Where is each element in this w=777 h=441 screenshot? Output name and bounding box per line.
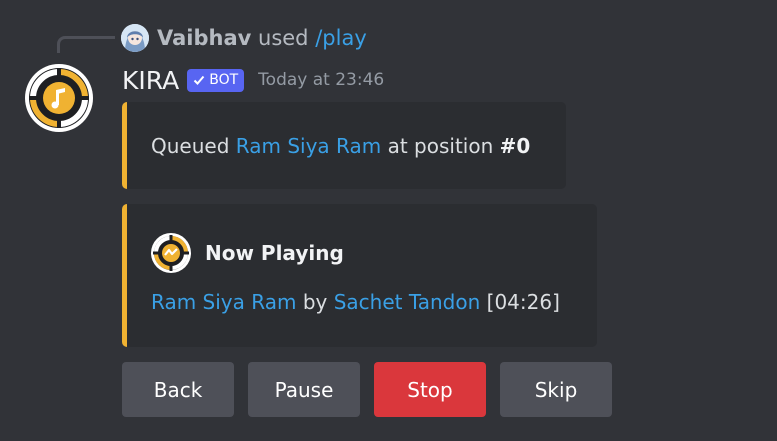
bot-avatar[interactable] [25, 64, 93, 132]
loading-ring-icon [151, 233, 191, 273]
music-note-ring-icon [25, 64, 93, 132]
interaction-command[interactable]: /play [315, 26, 367, 50]
bot-name[interactable]: KIRA [122, 66, 179, 95]
interaction-line: Vaibhav used /play [157, 24, 367, 52]
now-playing-description: Ram Siya Ram by Sachet Tandon [04:26] [151, 288, 560, 316]
timestamp: Today at 23:46 [258, 70, 385, 90]
now-playing-artist-link[interactable]: Sachet Tandon [334, 290, 481, 314]
now-playing-by-text: by [302, 290, 328, 314]
queued-prefix: Queued [151, 134, 230, 158]
queued-middle-text: at position [387, 134, 494, 158]
queued-song-link[interactable]: Ram Siya Ram [236, 134, 381, 158]
embed-author: Now Playing [151, 233, 344, 273]
now-playing-duration: [04:26] [486, 290, 560, 314]
reply-spine [57, 36, 115, 53]
back-button[interactable]: Back [122, 362, 234, 417]
queued-embed: Queued Ram Siya Ram at position #0 [122, 102, 566, 189]
interaction-user-avatar[interactable] [121, 24, 149, 52]
now-playing-title: Now Playing [205, 241, 344, 265]
bot-tag-label: BOT [209, 71, 239, 88]
skip-button[interactable]: Skip [500, 362, 612, 417]
interaction-used-text: used [258, 26, 309, 50]
player-controls: Back Pause Stop Skip [122, 362, 612, 417]
discord-message: Vaibhav used /play KIRA BOT Today at 23:… [0, 0, 777, 441]
now-playing-song-link[interactable]: Ram Siya Ram [151, 290, 296, 314]
queued-description: Queued Ram Siya Ram at position #0 [151, 132, 530, 160]
bot-tag: BOT [187, 68, 245, 92]
message-header: KIRA BOT Today at 23:46 [122, 62, 384, 98]
pause-button[interactable]: Pause [248, 362, 360, 417]
now-playing-embed: Now Playing Ram Siya Ram by Sachet Tando… [122, 204, 597, 347]
stop-button[interactable]: Stop [374, 362, 486, 417]
checkmark-icon [194, 75, 205, 85]
queued-position: #0 [499, 134, 531, 158]
interaction-user-name[interactable]: Vaibhav [157, 26, 251, 50]
